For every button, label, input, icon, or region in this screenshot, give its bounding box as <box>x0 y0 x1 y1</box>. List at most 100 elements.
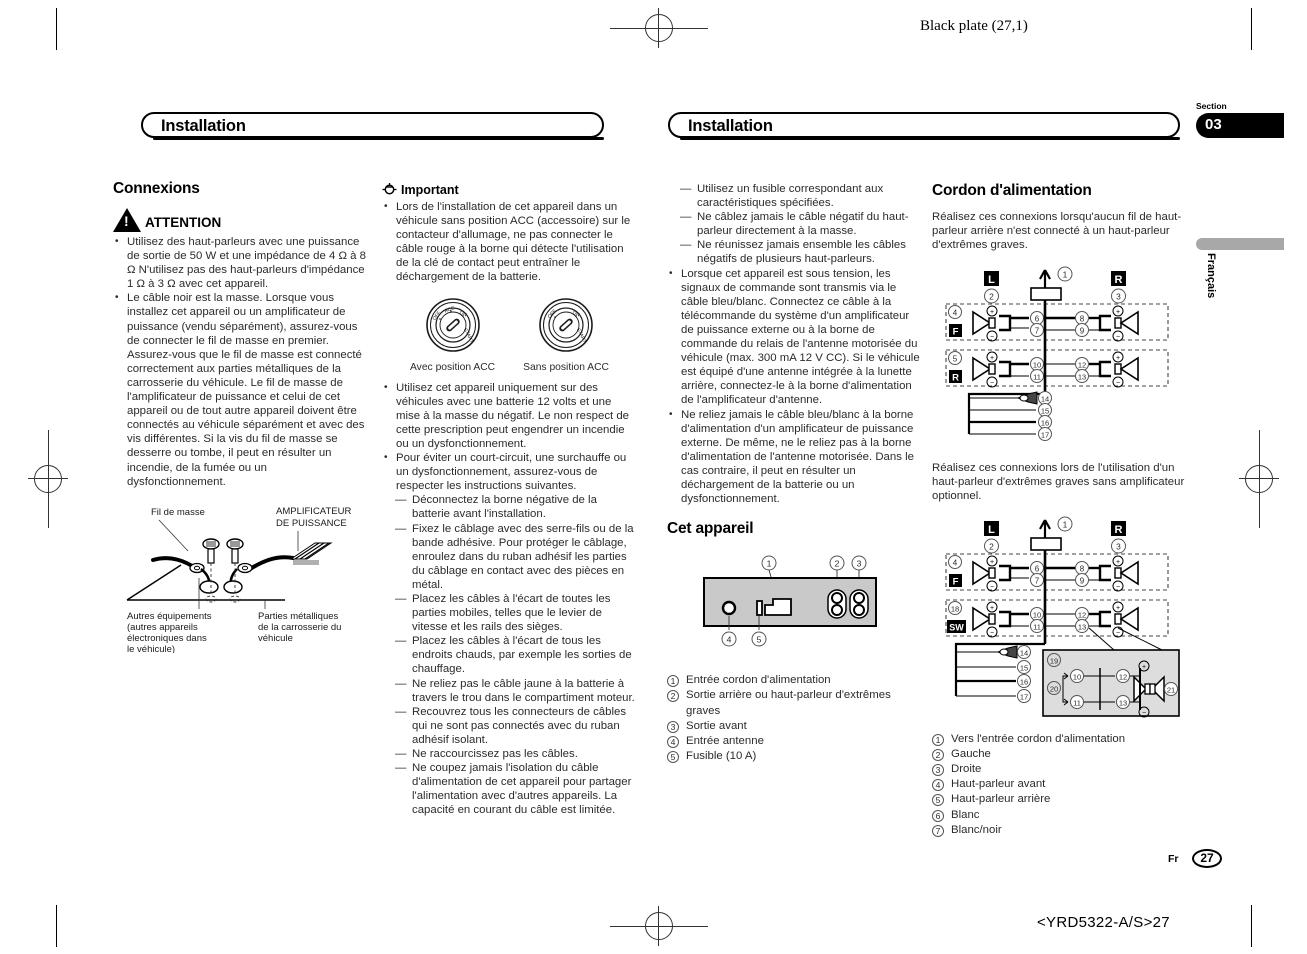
svg-text:−: − <box>1116 380 1120 387</box>
list-item: Ne câblez jamais le câble négatif du hau… <box>680 210 922 238</box>
legend-text: Fusible (10 A) <box>686 750 757 763</box>
legend-text: Droite <box>951 762 982 775</box>
crop-mark-top-left <box>56 8 57 50</box>
legend-item: 1 Entrée cordon d'alimentation <box>667 673 922 688</box>
title-bar-shadow <box>153 137 604 140</box>
svg-text:14: 14 <box>1020 648 1028 657</box>
svg-text:+: + <box>990 605 994 612</box>
svg-text:AMPLIFICATEUR: AMPLIFICATEUR <box>276 506 351 517</box>
svg-text:−: − <box>990 630 994 637</box>
svg-text:7: 7 <box>1035 576 1040 585</box>
caution-list: Utilisez des haut-parleurs avec une puis… <box>113 235 368 489</box>
svg-text:3: 3 <box>1116 541 1121 551</box>
ignition-key-without-acc: OFF ON START Sans position ACC <box>523 297 609 373</box>
legend-item: 2 Gauche <box>932 747 1187 762</box>
svg-text:17: 17 <box>1041 431 1049 440</box>
column-2: Important Lors de l'installation de cet … <box>382 182 637 817</box>
svg-text:−: − <box>990 380 994 387</box>
svg-text:ACC: ACC <box>443 305 455 314</box>
svg-text:3: 3 <box>857 559 862 569</box>
svg-text:électroniques dans: électroniques dans <box>127 633 207 644</box>
legend-text: Vers l'entrée cordon d'alimentation <box>951 732 1126 745</box>
ignition-key-figures: OFF ACC ON START Avec position ACC OFF O… <box>382 297 637 373</box>
legend-text: Gauche <box>951 747 991 760</box>
list-item: Pour éviter un court-circuit, une surcha… <box>382 451 637 493</box>
svg-text:L: L <box>988 524 995 536</box>
legend-item: 2 Sortie arrière ou haut-parleur d'extrêm… <box>667 688 922 718</box>
svg-text:15: 15 <box>1020 663 1028 672</box>
svg-text:ON: ON <box>458 309 468 318</box>
svg-text:3: 3 <box>1116 292 1121 302</box>
important-list: Lors de l'installation de cet appareil d… <box>382 200 637 285</box>
svg-text:20: 20 <box>1050 684 1058 693</box>
svg-text:+: + <box>1116 309 1120 316</box>
svg-text:10: 10 <box>1073 672 1081 681</box>
svg-text:−: − <box>1116 334 1120 341</box>
svg-text:18: 18 <box>951 604 959 613</box>
legend-text: Blanc <box>951 808 980 821</box>
svg-text:+: + <box>990 309 994 316</box>
legend-item: 6 Blanc <box>932 808 1187 823</box>
svg-text:8: 8 <box>1080 315 1085 324</box>
svg-text:15: 15 <box>1041 407 1049 416</box>
svg-text:13: 13 <box>1078 622 1086 631</box>
svg-text:ON: ON <box>571 309 581 318</box>
column-4: Cordon d'alimentation Réalisez ces conne… <box>932 182 1187 838</box>
language-tab-label: Français <box>1205 253 1217 299</box>
caution-label: ATTENTION <box>145 215 222 230</box>
legend-text: Haut-parleur avant <box>951 778 1046 791</box>
svg-text:+: + <box>1116 355 1120 362</box>
col3-bullet-list: Lorsque cet appareil est sous tension, l… <box>667 267 922 507</box>
svg-text:de la carrosserie du: de la carrosserie du <box>258 622 341 633</box>
svg-text:4: 4 <box>953 309 958 318</box>
section-title-bar-right: Installation <box>668 112 1180 140</box>
svg-text:F: F <box>953 327 959 338</box>
legend-text: Haut-parleur arrière <box>951 793 1051 806</box>
legend-item: 5 Haut-parleur arrière <box>932 792 1187 807</box>
svg-text:21: 21 <box>1167 685 1175 694</box>
list-item: Ne raccourcissez pas les câbles. <box>395 747 637 761</box>
svg-text:16: 16 <box>1041 419 1049 428</box>
svg-text:11: 11 <box>1033 373 1041 382</box>
svg-text:+: + <box>1116 559 1120 566</box>
list-item: Placez les câbles à l'écart de toutes le… <box>395 592 637 634</box>
svg-text:START: START <box>461 327 474 344</box>
svg-text:+: + <box>990 559 994 566</box>
callout-number: 5 <box>932 794 944 807</box>
svg-text:F: F <box>953 576 959 587</box>
legend-item: 3 Droite <box>932 762 1187 777</box>
svg-text:+: + <box>990 355 994 362</box>
svg-text:−: − <box>990 334 994 341</box>
svg-text:1: 1 <box>767 559 772 569</box>
svg-text:8: 8 <box>1080 564 1085 573</box>
svg-text:R: R <box>952 373 959 384</box>
legend-item: 4 Entrée antenne <box>667 734 922 749</box>
svg-text:16: 16 <box>1020 677 1028 686</box>
legend-text: Entrée cordon d'alimentation <box>686 674 831 687</box>
list-item: Utilisez cet appareil uniquement sur des… <box>382 381 637 451</box>
column-1: Connexions ATTENTION Utilisez des haut-p… <box>113 180 368 658</box>
callout-number: 3 <box>932 763 944 776</box>
svg-text:11: 11 <box>1033 622 1041 631</box>
svg-text:−: − <box>1142 710 1146 717</box>
list-item: Placez les câbles à l'écart de tous les … <box>395 634 637 676</box>
svg-text:START: START <box>575 327 588 344</box>
svg-text:19: 19 <box>1050 656 1058 665</box>
page-title-right: Installation <box>688 117 773 135</box>
svg-text:13: 13 <box>1119 698 1127 707</box>
legend-item: 1 Vers l'entrée cordon d'alimentation <box>932 732 1187 747</box>
list-item: Ne réunissez jamais ensemble les câbles … <box>680 238 922 266</box>
callout-number: 1 <box>932 733 944 746</box>
registration-mark-top <box>645 14 673 42</box>
svg-text:4: 4 <box>953 558 958 567</box>
list-item: Lors de l'installation de cet appareil d… <box>382 200 637 285</box>
legend-text: Sortie avant <box>686 719 747 732</box>
callout-number: 2 <box>667 690 679 703</box>
figure-label-ground-wire: Fil de masse <box>151 507 205 518</box>
unit-legend-list: 1 Entrée cordon d'alimentation 2 Sortie ar… <box>667 673 922 764</box>
svg-text:12: 12 <box>1078 610 1086 619</box>
svg-text:5: 5 <box>953 355 958 364</box>
important-label: Important <box>401 182 459 197</box>
heading-cet-appareil: Cet appareil <box>667 520 754 538</box>
head-unit-figure: 1 2 3 4 5 <box>667 550 922 665</box>
